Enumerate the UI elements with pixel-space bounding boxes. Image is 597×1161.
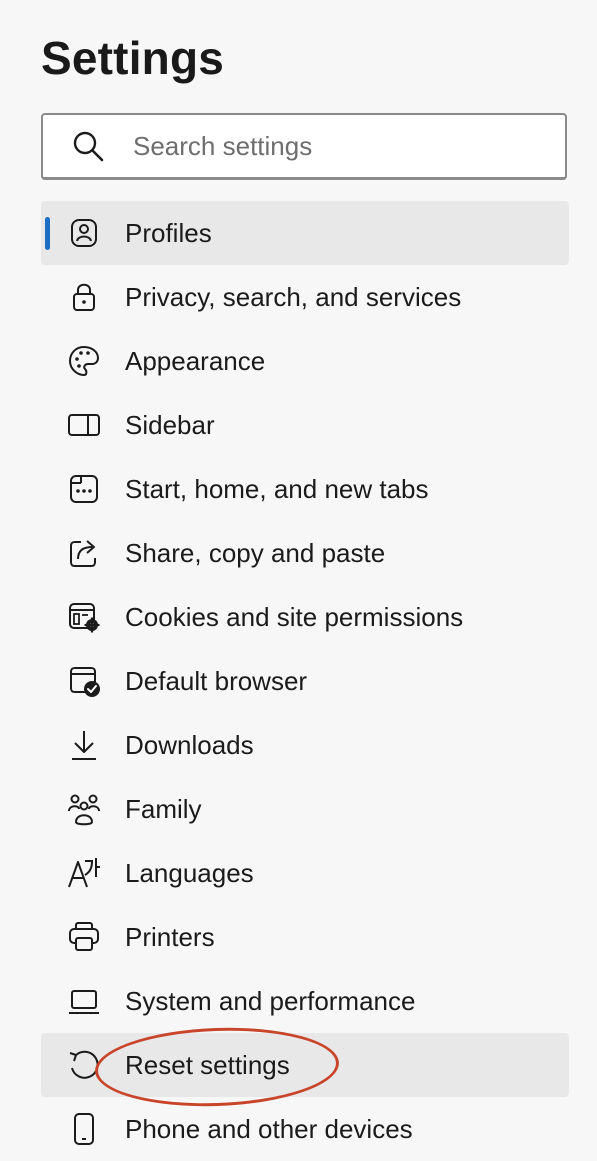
selected-indicator xyxy=(45,217,50,250)
nav-item-appearance[interactable]: Appearance xyxy=(41,329,569,393)
nav-item-label: Privacy, search, and services xyxy=(125,282,462,312)
nav-item-start-home-tabs[interactable]: Start, home, and new tabs xyxy=(41,457,569,521)
nav-item-label: Cookies and site permissions xyxy=(125,602,464,632)
nav-item-profiles[interactable]: Profiles xyxy=(41,201,569,265)
sidebar-icon xyxy=(67,408,101,442)
nav-item-label: Sidebar xyxy=(125,410,215,440)
nav-item-printers[interactable]: Printers xyxy=(41,905,569,969)
nav-item-privacy[interactable]: Privacy, search, and services xyxy=(41,265,569,329)
nav-item-downloads[interactable]: Downloads xyxy=(41,713,569,777)
download-icon xyxy=(67,728,101,762)
page-title: Settings xyxy=(41,32,225,84)
palette-icon xyxy=(67,344,101,378)
nav-item-label: Languages xyxy=(125,858,254,888)
nav-item-label: Default browser xyxy=(125,666,308,696)
nav-item-label: System and performance xyxy=(125,986,416,1016)
default-browser-icon xyxy=(67,664,101,698)
settings-nav: Profiles Privacy, search, and services A… xyxy=(41,201,569,1161)
printer-icon xyxy=(67,920,101,954)
laptop-icon xyxy=(67,984,101,1018)
home-tabs-icon xyxy=(67,472,101,506)
nav-item-share-copy-paste[interactable]: Share, copy and paste xyxy=(41,521,569,585)
nav-item-family[interactable]: Family xyxy=(41,777,569,841)
phone-icon xyxy=(67,1112,101,1146)
lock-icon xyxy=(67,280,101,314)
search-box[interactable] xyxy=(41,113,567,180)
nav-item-system-performance[interactable]: System and performance xyxy=(41,969,569,1033)
nav-item-label: Family xyxy=(125,794,202,824)
search-icon xyxy=(71,129,105,163)
nav-item-sidebar[interactable]: Sidebar xyxy=(41,393,569,457)
profile-icon xyxy=(67,216,101,250)
nav-item-label: Appearance xyxy=(125,346,266,376)
nav-item-default-browser[interactable]: Default browser xyxy=(41,649,569,713)
nav-item-label: Share, copy and paste xyxy=(125,538,386,568)
cookies-permissions-icon xyxy=(67,600,101,634)
nav-item-label: Profiles xyxy=(125,218,212,248)
nav-item-label: Printers xyxy=(125,922,215,952)
search-input[interactable] xyxy=(133,115,553,177)
nav-item-label: Phone and other devices xyxy=(125,1114,413,1144)
nav-item-phone-devices[interactable]: Phone and other devices xyxy=(41,1097,569,1161)
nav-item-label: Start, home, and new tabs xyxy=(125,474,429,504)
nav-item-languages[interactable]: Languages xyxy=(41,841,569,905)
nav-item-label: Downloads xyxy=(125,730,254,760)
nav-item-cookies-permissions[interactable]: Cookies and site permissions xyxy=(41,585,569,649)
share-icon xyxy=(67,536,101,570)
family-icon xyxy=(67,792,101,826)
languages-icon xyxy=(67,856,101,890)
